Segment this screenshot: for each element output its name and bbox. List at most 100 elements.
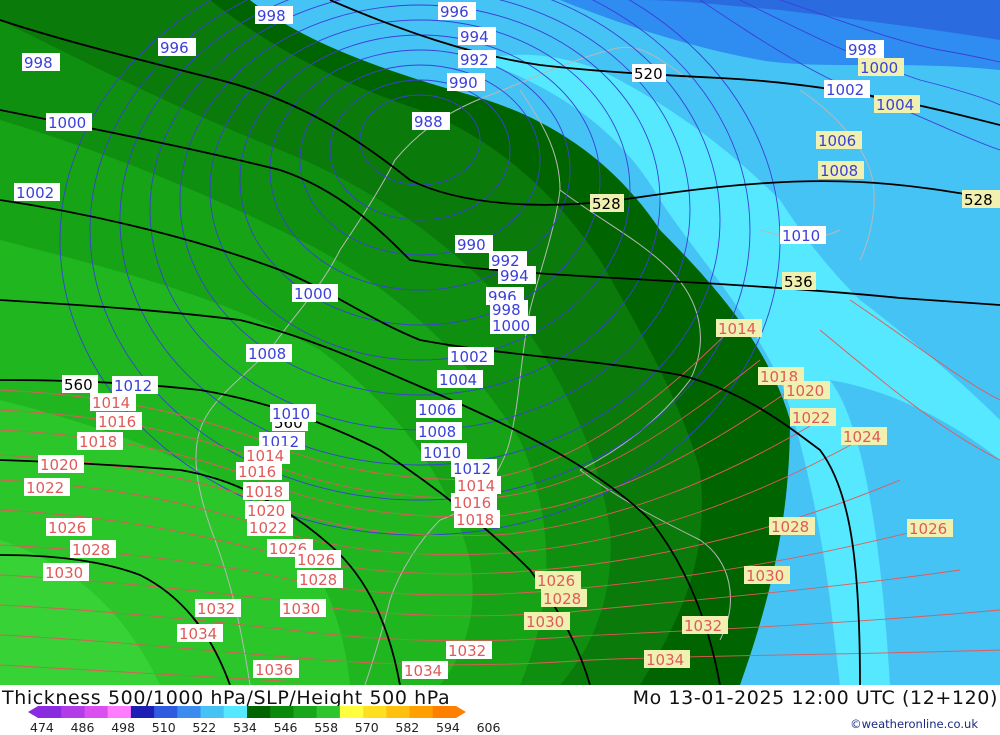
svg-text:1016: 1016 [98, 413, 136, 431]
slp-label: 1026 [295, 550, 341, 569]
svg-text:1006: 1006 [418, 401, 456, 419]
slp-label: 1000 [46, 113, 92, 132]
svg-text:990: 990 [449, 74, 478, 92]
slp-label: 1022 [247, 518, 293, 537]
svg-text:1030: 1030 [746, 567, 784, 585]
svg-text:1008: 1008 [418, 423, 456, 441]
svg-text:1000: 1000 [294, 285, 332, 303]
scale-swatch [316, 706, 341, 718]
height-label: 536 [782, 272, 816, 291]
slp-label: 1036 [253, 660, 299, 679]
svg-text:992: 992 [460, 51, 489, 69]
slp-label: 994 [458, 27, 496, 46]
slp-label: 1008 [416, 422, 462, 441]
slp-label: 990 [455, 235, 493, 254]
slp-label: 1022 [24, 478, 70, 497]
svg-text:528: 528 [964, 191, 993, 209]
slp-label: 1022 [790, 408, 836, 427]
slp-label: 1030 [280, 599, 326, 618]
slp-label: 1024 [841, 427, 887, 446]
slp-label: 1014 [90, 393, 136, 412]
height-label: 528 [962, 190, 1000, 209]
svg-text:1024: 1024 [843, 428, 881, 446]
slp-label: 1032 [195, 599, 241, 618]
scale-swatch [432, 706, 457, 718]
scale-swatch [200, 706, 225, 718]
scale-arrow-left [28, 706, 38, 718]
slp-label: 996 [158, 38, 196, 57]
svg-text:1000: 1000 [48, 114, 86, 132]
svg-text:1026: 1026 [48, 519, 86, 537]
slp-label: 1020 [784, 381, 830, 400]
svg-text:1020: 1020 [247, 502, 285, 520]
svg-text:1032: 1032 [448, 642, 486, 660]
svg-text:1010: 1010 [782, 227, 820, 245]
slp-label: 1028 [541, 589, 587, 608]
slp-label: 998 [846, 40, 884, 59]
color-scale-ticks: 474 486 498 510 522 534 546 558 570 582 594 606 [30, 720, 510, 735]
slp-label: 1018 [243, 482, 289, 501]
svg-text:1020: 1020 [40, 456, 78, 474]
scale-swatch [38, 706, 62, 718]
scale-swatch [177, 706, 202, 718]
slp-label: 1018 [454, 510, 500, 529]
scale-swatch [293, 706, 318, 718]
svg-text:996: 996 [440, 3, 469, 21]
slp-label: 1028 [297, 570, 343, 589]
weather-map: 520 528 528 536 560 560 998 996 996 994 … [0, 0, 1000, 685]
svg-text:1002: 1002 [16, 184, 54, 202]
slp-label: 1006 [416, 400, 462, 419]
slp-label: 1034 [177, 624, 223, 643]
svg-text:1026: 1026 [537, 572, 575, 590]
svg-text:990: 990 [457, 236, 486, 254]
slp-label: 1002 [824, 80, 870, 99]
slp-label: 1020 [245, 501, 291, 520]
svg-text:998: 998 [257, 7, 286, 25]
slp-label: 998 [255, 6, 293, 25]
slp-label: 1010 [270, 404, 316, 423]
svg-text:536: 536 [784, 273, 813, 291]
slp-label: 1000 [292, 284, 338, 303]
svg-text:1000: 1000 [860, 59, 898, 77]
slp-label: 1030 [744, 566, 790, 585]
svg-text:1014: 1014 [718, 320, 756, 338]
svg-text:1028: 1028 [543, 590, 581, 608]
slp-label: 1030 [43, 563, 89, 582]
svg-text:1022: 1022 [792, 409, 830, 427]
slp-label: 1026 [907, 519, 953, 538]
slp-label: 1034 [402, 661, 448, 680]
slp-label: 1012 [451, 459, 497, 478]
slp-label: 996 [438, 2, 476, 21]
svg-text:1014: 1014 [457, 477, 495, 495]
slp-label: 992 [458, 50, 496, 69]
slp-label: 1014 [455, 476, 501, 495]
slp-label: 1028 [769, 517, 815, 536]
map-canvas: 520 528 528 536 560 560 998 996 996 994 … [0, 0, 1000, 685]
slp-label: 1032 [682, 616, 728, 635]
scale-swatch [270, 706, 294, 718]
svg-text:1018: 1018 [456, 511, 494, 529]
svg-text:1012: 1012 [453, 460, 491, 478]
svg-text:1006: 1006 [818, 132, 856, 150]
svg-text:1020: 1020 [786, 382, 824, 400]
scale-swatch [339, 706, 364, 718]
slp-label: 1004 [874, 95, 920, 114]
slp-label: 1000 [490, 316, 536, 335]
slp-label: 1002 [14, 183, 60, 202]
svg-text:1032: 1032 [684, 617, 722, 635]
slp-label: 1018 [77, 432, 123, 451]
svg-text:1002: 1002 [450, 348, 488, 366]
credit-link[interactable]: ©weatheronline.co.uk [850, 717, 978, 731]
slp-label: 988 [412, 112, 450, 131]
svg-text:1004: 1004 [876, 96, 914, 114]
slp-label: 1016 [236, 462, 282, 481]
svg-text:998: 998 [24, 54, 53, 72]
scale-swatch [247, 706, 271, 718]
slp-label: 1012 [112, 376, 158, 395]
svg-text:1030: 1030 [282, 600, 320, 618]
scale-arrow-right [456, 706, 466, 718]
svg-text:1034: 1034 [404, 662, 442, 680]
scale-swatch [61, 706, 85, 718]
scale-swatch [386, 706, 411, 718]
color-scale-bar [28, 706, 466, 718]
